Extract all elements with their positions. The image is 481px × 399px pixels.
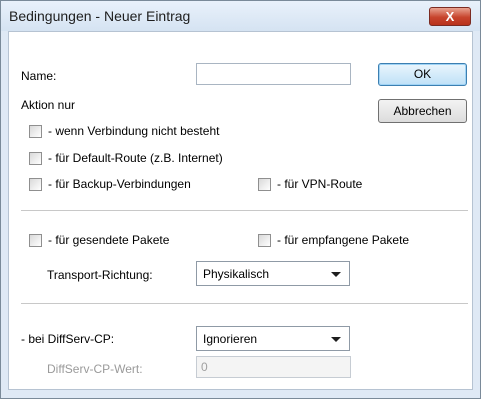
chevron-down-icon <box>331 337 341 342</box>
cancel-button[interactable]: Abbrechen <box>378 99 467 123</box>
dialog-body: Name: OK Abbrechen Aktion nur - wenn Ver… <box>8 31 473 390</box>
sent-packets-checkbox[interactable] <box>29 234 42 247</box>
vpn-route-checkbox[interactable] <box>258 178 271 191</box>
ok-button-label: OK <box>413 67 432 81</box>
name-label: Name: <box>21 69 57 83</box>
transport-direction-label: Transport-Richtung: <box>47 268 153 282</box>
chevron-down-icon <box>331 272 341 277</box>
action-heading: Aktion nur <box>21 98 76 112</box>
default-route-label: - für Default-Route (z.B. Internet) <box>48 151 223 165</box>
diffserv-value: Ignorieren <box>203 332 258 346</box>
transport-direction-value: Physikalisch <box>203 267 270 281</box>
window-title: Bedingungen - Neuer Eintrag <box>9 8 191 24</box>
cancel-button-label: Abbrechen <box>393 104 452 118</box>
no-connection-label: - wenn Verbindung nicht besteht <box>48 124 220 138</box>
close-button[interactable]: X <box>429 7 471 26</box>
separator-2 <box>21 303 468 304</box>
close-icon: X <box>445 9 455 24</box>
diffserv-cp-value-text: 0 <box>201 360 208 374</box>
separator-1 <box>21 210 468 211</box>
ok-button[interactable]: OK <box>378 63 467 86</box>
diffserv-label: - bei DiffServ-CP: <box>21 332 115 346</box>
no-connection-checkbox[interactable] <box>29 125 42 138</box>
sent-packets-label: - für gesendete Pakete <box>48 233 170 247</box>
diffserv-cp-value-label: DiffServ-CP-Wert: <box>47 362 143 376</box>
transport-direction-select[interactable]: Physikalisch <box>196 261 350 286</box>
default-route-checkbox[interactable] <box>29 152 42 165</box>
title-bar[interactable]: Bedingungen - Neuer Eintrag X <box>1 1 480 31</box>
diffserv-cp-value-input: 0 <box>196 356 351 378</box>
diffserv-select[interactable]: Ignorieren <box>196 326 350 351</box>
backup-checkbox[interactable] <box>29 178 42 191</box>
received-packets-checkbox[interactable] <box>258 234 271 247</box>
vpn-route-label: - für VPN-Route <box>277 177 363 191</box>
dialog-window: Bedingungen - Neuer Eintrag X Name: OK A… <box>0 0 481 399</box>
backup-label: - für Backup-Verbindungen <box>48 177 191 191</box>
name-input[interactable] <box>196 63 351 85</box>
received-packets-label: - für empfangene Pakete <box>277 233 410 247</box>
